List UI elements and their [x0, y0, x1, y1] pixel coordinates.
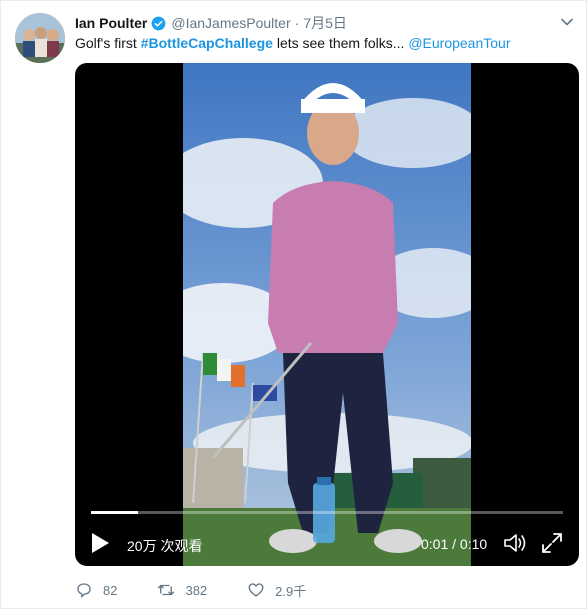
chevron-down-icon[interactable] [560, 15, 574, 29]
play-icon[interactable] [89, 531, 111, 555]
tweet-date[interactable]: 7月5日 [303, 13, 347, 33]
tweet-actions: 82 382 2.9千 [75, 579, 346, 601]
avatar[interactable] [15, 13, 65, 63]
video-progress-bar[interactable] [91, 511, 563, 514]
tweet-text-prefix: Golf's first [75, 35, 141, 51]
video-player[interactable]: 20万 次观看 0:01 / 0:10 [75, 63, 579, 566]
video-frame[interactable] [183, 63, 471, 566]
reply-button[interactable]: 82 [75, 581, 117, 599]
like-button[interactable]: 2.9千 [247, 581, 306, 600]
view-count: 20万 次观看 [127, 538, 203, 554]
fullscreen-icon[interactable] [541, 532, 563, 554]
volume-icon[interactable] [503, 532, 529, 554]
author-handle[interactable]: @IanJamesPoulter [171, 15, 290, 31]
mention-link[interactable]: @EuropeanTour [408, 35, 510, 51]
video-time: 0:01 / 0:10 [421, 536, 488, 552]
hashtag-link[interactable]: #BottleCapChallege [141, 35, 273, 51]
like-count: 2.9千 [275, 583, 307, 599]
retweet-button[interactable]: 382 [157, 581, 207, 599]
video-controls: 20万 次观看 0:01 / 0:10 [75, 523, 579, 563]
tweet-card: Ian Poulter @IanJamesPoulter · 7月5日 Golf… [0, 0, 587, 609]
retweet-count: 382 [185, 582, 208, 598]
separator: · [294, 15, 300, 31]
reply-icon [77, 583, 91, 598]
reply-count: 82 [103, 582, 118, 598]
author-name[interactable]: Ian Poulter [75, 15, 147, 31]
video-progress-fill [91, 511, 139, 514]
retweet-icon [158, 584, 175, 596]
heart-icon [248, 583, 264, 597]
verified-badge-icon [151, 16, 166, 30]
tweet-text: Golf's first #BottleCapChallege lets see… [75, 34, 570, 52]
tweet-header: Ian Poulter @IanJamesPoulter · 7月5日 [75, 13, 566, 33]
tweet-text-middle: lets see them folks... [272, 35, 409, 51]
